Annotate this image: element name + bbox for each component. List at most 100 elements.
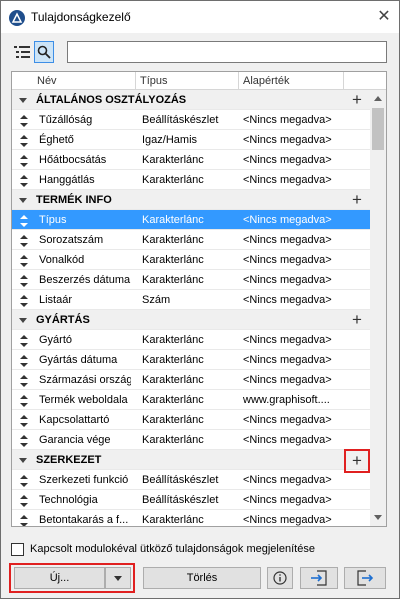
property-name: Sorozatszám bbox=[39, 234, 104, 246]
property-name: Gyártó bbox=[39, 334, 73, 346]
property-name: Beszerzés dátuma bbox=[39, 274, 131, 286]
scrollbar-thumb[interactable] bbox=[372, 108, 384, 150]
search-input[interactable] bbox=[67, 41, 387, 63]
reorder-handle-icon[interactable] bbox=[20, 114, 28, 127]
group-label: TERMÉK INFO bbox=[36, 194, 112, 206]
reorder-handle-icon[interactable] bbox=[20, 214, 28, 227]
reorder-handle-icon[interactable] bbox=[20, 414, 28, 427]
chevron-down-icon bbox=[114, 575, 122, 581]
reorder-handle-icon[interactable] bbox=[20, 494, 28, 507]
delete-button[interactable]: Törlés bbox=[143, 567, 261, 589]
property-row[interactable]: Származási ország Karakterlánc <Nincs mega… bbox=[12, 370, 370, 390]
search-icon bbox=[37, 45, 51, 59]
property-type: Karakterlánc bbox=[142, 234, 204, 246]
property-row[interactable]: Garancia vége Karakterlánc <Nincs megadva> bbox=[12, 430, 370, 450]
collapse-triangle-icon[interactable] bbox=[19, 98, 27, 103]
show-conflicting-properties-option[interactable]: Kapcsolt modulokéval ütköző tulajdonságo… bbox=[11, 541, 315, 557]
property-name: Hanggátlás bbox=[39, 174, 95, 186]
new-button[interactable]: Új... bbox=[14, 567, 105, 589]
property-default: <Nincs megadva> bbox=[243, 354, 332, 366]
column-header-type[interactable]: Típus bbox=[137, 72, 239, 90]
group-row[interactable]: SZERKEZET + bbox=[12, 449, 370, 473]
group-label: SZERKEZET bbox=[36, 454, 102, 466]
property-default: <Nincs megadva> bbox=[243, 294, 332, 306]
property-default: <Nincs megadva> bbox=[243, 414, 332, 426]
column-header-default[interactable]: Alapérték bbox=[240, 72, 344, 90]
reorder-handle-icon[interactable] bbox=[20, 154, 28, 167]
close-icon[interactable]: ✕ bbox=[373, 5, 395, 27]
property-row[interactable]: Beszerzés dátuma Karakterlánc <Nincs megad… bbox=[12, 270, 370, 290]
reorder-handle-icon[interactable] bbox=[20, 374, 28, 387]
collapse-triangle-icon[interactable] bbox=[19, 198, 27, 203]
group-label: GYÁRTÁS bbox=[36, 314, 90, 326]
reorder-handle-icon[interactable] bbox=[20, 274, 28, 287]
window-title: Tulajdonságkezelő bbox=[31, 10, 131, 24]
property-name: Garancia vége bbox=[39, 434, 111, 446]
reorder-handle-icon[interactable] bbox=[20, 254, 28, 267]
reorder-handle-icon[interactable] bbox=[20, 134, 28, 147]
new-dropdown-button[interactable] bbox=[105, 567, 131, 589]
property-row[interactable]: Gyártó Karakterlánc <Nincs megadva> bbox=[12, 330, 370, 350]
property-default: <Nincs megadva> bbox=[243, 114, 332, 126]
property-name: Kapcsolattartó bbox=[39, 414, 110, 426]
add-property-button[interactable]: + bbox=[348, 310, 366, 330]
property-row[interactable]: Sorozatszám Karakterlánc <Nincs megadva> bbox=[12, 230, 370, 250]
column-header-name[interactable]: Név bbox=[34, 72, 136, 90]
import-icon bbox=[311, 570, 327, 586]
list-view-button[interactable] bbox=[12, 41, 32, 63]
reorder-handle-icon[interactable] bbox=[20, 354, 28, 367]
property-type: Karakterlánc bbox=[142, 414, 204, 426]
property-row[interactable]: Listaár Szám <Nincs megadva> bbox=[12, 290, 370, 310]
property-table: Név Típus Alapérték ÁLTALÁNOS OSZTÁLYOZÁ… bbox=[11, 71, 387, 527]
vertical-scrollbar[interactable] bbox=[370, 90, 386, 526]
property-row[interactable]: Éghető Igaz/Hamis <Nincs megadva> bbox=[12, 130, 370, 150]
property-default: <Nincs megadva> bbox=[243, 134, 332, 146]
reorder-handle-icon[interactable] bbox=[20, 394, 28, 407]
group-row[interactable]: ÁLTALÁNOS OSZTÁLYOZÁS + bbox=[12, 90, 370, 110]
property-type: Beállításkészlet bbox=[142, 494, 219, 506]
property-default: <Nincs megadva> bbox=[243, 474, 332, 486]
property-row[interactable]: Tűzállóság Beállításkészlet <Nincs megadva… bbox=[12, 110, 370, 130]
add-property-button[interactable]: + bbox=[348, 90, 366, 110]
property-name: Listaár bbox=[39, 294, 73, 306]
group-row[interactable]: GYÁRTÁS + bbox=[12, 310, 370, 330]
property-row[interactable]: Kapcsolattartó Karakterlánc <Nincs megadva… bbox=[12, 410, 370, 430]
reorder-handle-icon[interactable] bbox=[20, 294, 28, 307]
reorder-handle-icon[interactable] bbox=[20, 334, 28, 347]
property-name: Tűzállóság bbox=[39, 114, 93, 126]
collapse-triangle-icon[interactable] bbox=[19, 318, 27, 323]
property-row[interactable]: Típus Karakterlánc <Nincs megadva> bbox=[12, 210, 370, 230]
property-row[interactable]: Hőátbocsátás Karakterlánc <Nincs megadva> bbox=[12, 150, 370, 170]
property-row[interactable]: Vonalkód Karakterlánc <Nincs megadva> bbox=[12, 250, 370, 270]
title-bar: Tulajdonságkezelő ✕ bbox=[1, 1, 399, 33]
property-manager-window: Tulajdonságkezelő ✕ Név Típus Alapérték … bbox=[0, 0, 400, 599]
property-default: <Nincs megadva> bbox=[243, 434, 332, 446]
show-conflicting-checkbox[interactable] bbox=[11, 542, 24, 556]
property-row[interactable]: Termék weboldala Karakterlánc www.graphiso… bbox=[12, 390, 370, 410]
property-type: Karakterlánc bbox=[142, 394, 204, 406]
reorder-handle-icon[interactable] bbox=[20, 434, 28, 447]
export-button[interactable] bbox=[344, 567, 386, 589]
import-button[interactable] bbox=[300, 567, 338, 589]
property-type: Szám bbox=[142, 294, 171, 306]
info-icon bbox=[273, 571, 287, 585]
property-row[interactable]: Hanggátlás Karakterlánc <Nincs megadva> bbox=[12, 170, 370, 190]
reorder-handle-icon[interactable] bbox=[20, 474, 28, 487]
group-row[interactable]: TERMÉK INFO + bbox=[12, 190, 370, 210]
property-default: <Nincs megadva> bbox=[243, 334, 332, 346]
property-row[interactable]: Betontakarás a f... Karakterlánc <Nincs me… bbox=[12, 510, 370, 526]
property-name: Szerkezeti funkció bbox=[39, 474, 129, 486]
scroll-up-icon[interactable] bbox=[374, 96, 382, 101]
property-name: Gyártás dátuma bbox=[39, 354, 118, 366]
reorder-handle-icon[interactable] bbox=[20, 514, 28, 526]
property-row[interactable]: Gyártás dátuma Karakterlánc <Nincs megadva… bbox=[12, 350, 370, 370]
property-row[interactable]: Szerkezeti funkció Beállításkészlet <Nincs… bbox=[12, 470, 370, 490]
search-toggle-button[interactable] bbox=[34, 41, 54, 63]
property-row[interactable]: Technológia Beállításkészlet <Nincs megadv… bbox=[12, 490, 370, 510]
reorder-handle-icon[interactable] bbox=[20, 174, 28, 187]
info-button[interactable] bbox=[267, 567, 293, 589]
scroll-down-icon[interactable] bbox=[374, 515, 382, 520]
reorder-handle-icon[interactable] bbox=[20, 234, 28, 247]
collapse-triangle-icon[interactable] bbox=[19, 458, 27, 463]
add-property-button[interactable]: + bbox=[348, 190, 366, 210]
